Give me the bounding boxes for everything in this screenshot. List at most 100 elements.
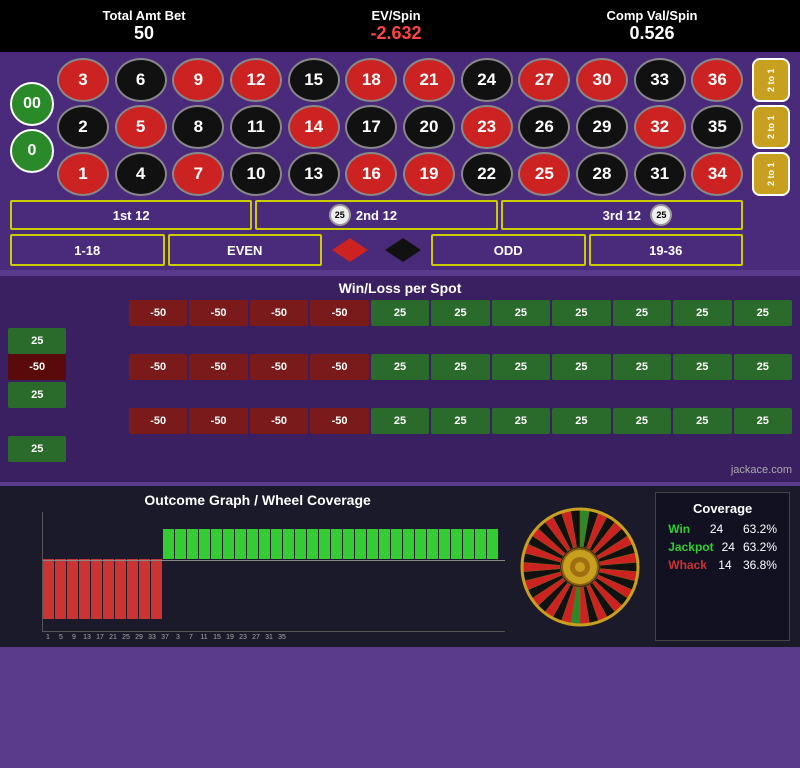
coverage-whack-num: 14 [718,558,731,572]
col-2to1-bot[interactable]: 2 to 1 [752,152,790,196]
num-cell-34[interactable]: 34 [691,152,743,196]
num-cell-2[interactable]: 2 [57,105,109,149]
num-cell-20[interactable]: 20 [403,105,455,149]
num-cell-5[interactable]: 5 [115,105,167,149]
bet-black[interactable] [378,234,428,266]
num-cell-28[interactable]: 28 [576,152,628,196]
header: Total Amt Bet 50 EV/Spin -2.632 Comp Val… [0,0,800,52]
num-cell-23[interactable]: 23 [461,105,513,149]
x-label-30: 23 [237,634,249,641]
bar-15 [223,529,234,559]
x-label-28: 19 [224,634,236,641]
roulette-table: 00 0 36912151821242730333625811141720232… [0,52,800,270]
num-cell-22[interactable]: 22 [461,152,513,196]
bar-10 [163,529,174,559]
bar-6 [115,559,126,619]
wl-cell-r0-c7: 25 [552,300,610,326]
num-cell-25[interactable]: 25 [518,152,570,196]
dozen-3rd-12-label: 3rd 12 [603,208,641,223]
num-cell-10[interactable]: 10 [230,152,282,196]
num-cell-4[interactable]: 4 [115,152,167,196]
wl-cell-r2-c11: 25 [8,436,66,462]
comp-val-value: 0.526 [606,23,697,44]
wl-cell-r1-c0: -50 [129,354,187,380]
x-label-18: 37 [159,634,171,641]
num-cell-6[interactable]: 6 [115,58,167,102]
outside-row: 1-18 EVEN ODD 19-36 [10,234,790,266]
bar-17 [247,529,258,559]
dozen-2nd-12[interactable]: 2nd 12 25 [255,200,497,230]
num-cell-27[interactable]: 27 [518,58,570,102]
outcome-section: Outcome Graph / Wheel Coverage 40 20 0 -… [0,486,800,647]
num-cell-31[interactable]: 31 [634,152,686,196]
num-cell-21[interactable]: 21 [403,58,455,102]
num-cell-32[interactable]: 32 [634,105,686,149]
num-cell-18[interactable]: 18 [345,58,397,102]
num-cell-13[interactable]: 13 [288,152,340,196]
total-amt-bet-value: 50 [102,23,185,44]
bet-19-36[interactable]: 19-36 [589,234,744,266]
ev-spin-label: EV/Spin [370,8,421,23]
wl-cell-r2-c0: -50 [129,408,187,434]
wl-cell-r2-c4: 25 [371,408,429,434]
num-cell-15[interactable]: 15 [288,58,340,102]
graph-area: Outcome Graph / Wheel Coverage 40 20 0 -… [10,492,505,641]
num-cell-26[interactable]: 26 [518,105,570,149]
wl-cell-r1-c11: 25 [8,382,66,408]
num-cell-33[interactable]: 33 [634,58,686,102]
wl-cell-r0-c11: 25 [8,328,66,354]
bar-26 [355,529,366,559]
total-amt-bet-label: Total Amt Bet [102,8,185,23]
wl-cell-r0-c9: 25 [673,300,731,326]
bar-29 [391,529,402,559]
num-cell-17[interactable]: 17 [345,105,397,149]
bar-33 [439,529,450,559]
num-cell-30[interactable]: 30 [576,58,628,102]
bar-27 [367,529,378,559]
wl-cell-r2-c6: 25 [492,408,550,434]
roulette-wheel [520,507,640,627]
num-cell-36[interactable]: 36 [691,58,743,102]
bet-1-18[interactable]: 1-18 [10,234,165,266]
x-label-16: 33 [146,634,158,641]
wl-section: Win/Loss per Spot -50-50-50-502525252525… [0,276,800,482]
wl-cell-r1-c10: 25 [734,354,792,380]
num-cell-3[interactable]: 3 [57,58,109,102]
bar-8 [139,559,150,619]
col-2to1-top[interactable]: 2 to 1 [752,58,790,102]
num-cell-12[interactable]: 12 [230,58,282,102]
num-cell-11[interactable]: 11 [230,105,282,149]
x-label-10: 21 [107,634,119,641]
col-2to1-mid[interactable]: 2 to 1 [752,105,790,149]
bar-24 [331,529,342,559]
bar-14 [211,529,222,559]
coverage-panel: Coverage Win 24 63.2% Jackpot 24 63.2% W… [655,492,790,641]
roulette-grid: 00 0 36912151821242730333625811141720232… [10,58,790,196]
wl-cell-r0-c2: -50 [250,300,308,326]
bet-odd[interactable]: ODD [431,234,586,266]
wl-big-cell: -50 [8,354,66,380]
num-cell-1[interactable]: 1 [57,152,109,196]
dozen-1st-12[interactable]: 1st 12 [10,200,252,230]
num-cell-14[interactable]: 14 [288,105,340,149]
wl-cell-r1-c3: -50 [310,354,368,380]
num-cell-9[interactable]: 9 [172,58,224,102]
wl-cell-r2-c9: 25 [673,408,731,434]
num-cell-8[interactable]: 8 [172,105,224,149]
x-label-8: 17 [94,634,106,641]
x-label-12: 25 [120,634,132,641]
num-cell-7[interactable]: 7 [172,152,224,196]
dozen-3rd-12[interactable]: 3rd 12 25 [501,200,743,230]
num-cell-19[interactable]: 19 [403,152,455,196]
num-cell-35[interactable]: 35 [691,105,743,149]
num-cell-29[interactable]: 29 [576,105,628,149]
bar-9 [151,559,162,619]
col-2to1: 2 to 1 2 to 1 2 to 1 [752,58,790,196]
coverage-win-num: 24 [710,522,723,536]
zero-00[interactable]: 00 [10,82,54,126]
num-cell-24[interactable]: 24 [461,58,513,102]
zero-0[interactable]: 0 [10,129,54,173]
num-cell-16[interactable]: 16 [345,152,397,196]
bet-even[interactable]: EVEN [168,234,323,266]
bet-red[interactable] [325,234,375,266]
